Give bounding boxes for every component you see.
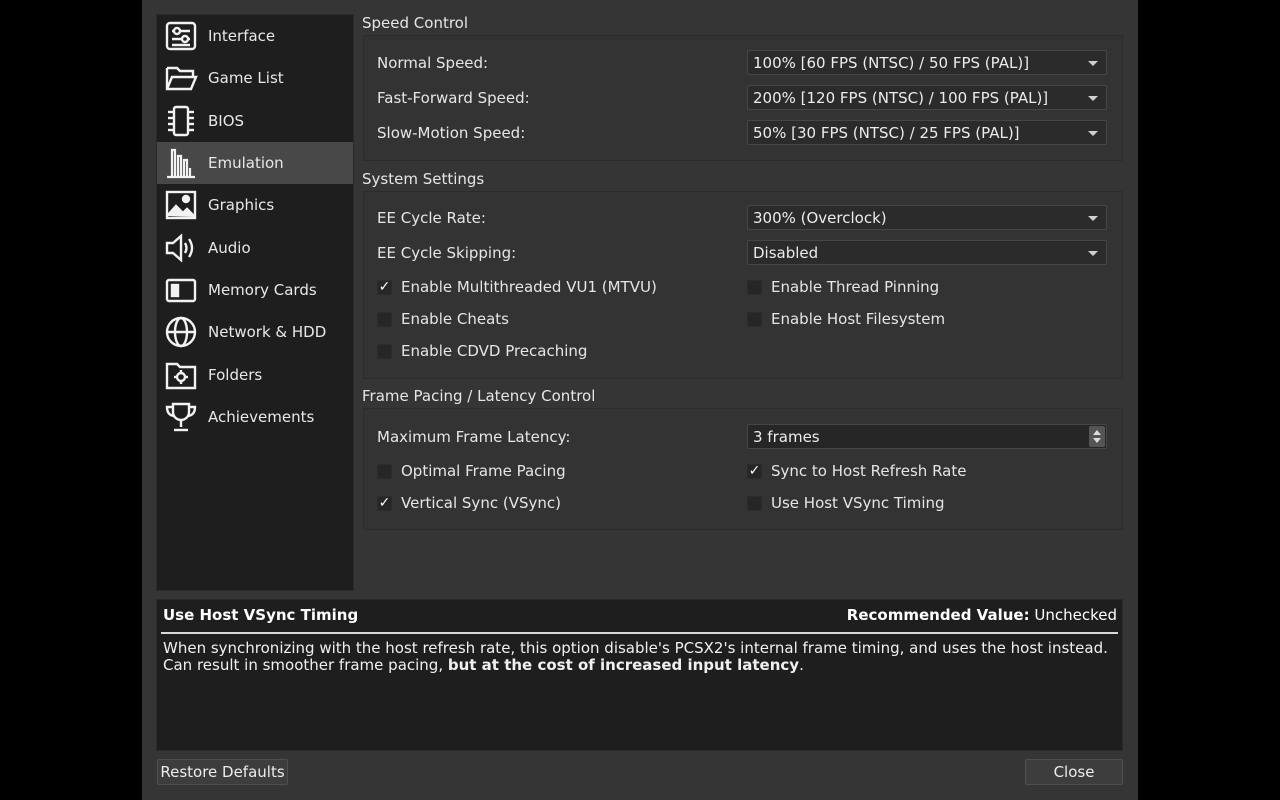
- description-title: Use Host VSync Timing: [163, 606, 359, 624]
- trophy-icon: [163, 399, 199, 435]
- max-frame-latency-spinbox[interactable]: 3 frames: [747, 424, 1107, 449]
- recommended-value-text: Unchecked: [1034, 606, 1117, 624]
- fast-forward-speed-label: Fast-Forward Speed:: [377, 89, 530, 107]
- optimal-frame-pacing-checkbox[interactable]: Optimal Frame Pacing: [377, 462, 566, 480]
- host-filesystem-checkbox[interactable]: Enable Host Filesystem: [747, 310, 945, 328]
- sidebar-item-achievements[interactable]: Achievements: [157, 396, 353, 438]
- spin-down-icon[interactable]: [1093, 438, 1101, 444]
- sidebar-item-game-list[interactable]: Game List: [157, 57, 353, 99]
- sidebar-item-label: Network & HDD: [208, 323, 327, 342]
- normal-speed-label: Normal Speed:: [377, 54, 489, 72]
- sync-host-refresh-label: Sync to Host Refresh Rate: [771, 462, 967, 480]
- chevron-down-icon: [1088, 96, 1098, 101]
- sidebar-item-label: Game List: [208, 69, 284, 88]
- recommended-label: Recommended Value:: [846, 606, 1030, 624]
- thread-pinning-label: Enable Thread Pinning: [771, 278, 940, 296]
- slow-motion-speed-combo[interactable]: 50% [30 FPS (NTSC) / 25 FPS (PAL)]: [747, 120, 1107, 145]
- description-text: When synchronizing with the host refresh…: [163, 640, 1118, 674]
- optimal-frame-pacing-label: Optimal Frame Pacing: [401, 462, 566, 480]
- description-text-bold: but at the cost of increased input laten…: [447, 656, 800, 674]
- checkbox-box: [377, 311, 392, 327]
- ee-cycle-skipping-value: Disabled: [753, 243, 819, 262]
- close-button[interactable]: Close: [1025, 759, 1123, 785]
- fast-forward-speed-combo[interactable]: 200% [120 FPS (NTSC) / 100 FPS (PAL)]: [747, 85, 1107, 110]
- checkmark-icon: ✓: [377, 279, 392, 295]
- cheats-label: Enable Cheats: [401, 310, 509, 328]
- chevron-down-icon: [1088, 131, 1098, 136]
- sidebar-item-interface[interactable]: Interface: [157, 15, 353, 57]
- ee-cycle-rate-combo[interactable]: 300% (Overclock): [747, 205, 1107, 230]
- fast-forward-speed-value: 200% [120 FPS (NTSC) / 100 FPS (PAL)]: [753, 88, 1049, 107]
- speaker-icon: [163, 230, 199, 266]
- sidebar-item-label: Graphics: [208, 196, 275, 215]
- cheats-checkbox[interactable]: Enable Cheats: [377, 310, 509, 328]
- sidebar-item-label: BIOS: [208, 111, 245, 130]
- system-settings-title: System Settings: [362, 170, 485, 188]
- normal-speed-combo[interactable]: 100% [60 FPS (NTSC) / 50 FPS (PAL)]: [747, 50, 1107, 75]
- sidebar-item-bios[interactable]: BIOS: [157, 100, 353, 142]
- description-divider: [161, 632, 1118, 634]
- sidebar-item-label: Interface: [208, 27, 276, 46]
- chevron-down-icon: [1088, 216, 1098, 221]
- checkbox-box: [377, 463, 392, 479]
- checkbox-box: [747, 311, 762, 327]
- sidebar-item-memory-cards[interactable]: Memory Cards: [157, 269, 353, 311]
- checkbox-box: [377, 343, 392, 359]
- host-filesystem-label: Enable Host Filesystem: [771, 310, 946, 328]
- sidebar-item-emulation[interactable]: Emulation: [157, 141, 353, 185]
- vsync-checkbox[interactable]: ✓ Vertical Sync (VSync): [377, 494, 561, 512]
- interface-icon: [163, 18, 199, 54]
- slow-motion-speed-label: Slow-Motion Speed:: [377, 124, 526, 142]
- memory-card-icon: [163, 272, 199, 308]
- vsync-label: Vertical Sync (VSync): [401, 494, 561, 512]
- sync-host-refresh-checkbox[interactable]: ✓ Sync to Host Refresh Rate: [747, 462, 966, 480]
- sidebar-item-label: Folders: [208, 365, 263, 384]
- host-vsync-timing-checkbox[interactable]: Use Host VSync Timing: [747, 494, 945, 512]
- globe-icon: [163, 314, 199, 350]
- sidebar-item-label: Emulation: [208, 154, 284, 173]
- description-panel: Use Host VSync Timing Recommended Value:…: [156, 599, 1123, 751]
- sidebar-item-graphics[interactable]: Graphics: [157, 184, 353, 226]
- chip-icon: [163, 103, 199, 139]
- max-frame-latency-value: 3 frames: [753, 427, 820, 446]
- frame-pacing-title: Frame Pacing / Latency Control: [362, 387, 596, 405]
- checkmark-icon: ✓: [377, 495, 392, 511]
- settings-dialog: Interface Game List BIOS Emulation Graph…: [142, 0, 1138, 800]
- mtvu-checkbox[interactable]: ✓ Enable Multithreaded VU1 (MTVU): [377, 278, 657, 296]
- spin-buttons[interactable]: [1089, 426, 1105, 447]
- emulation-icon: [163, 145, 199, 181]
- recommended-value: Recommended Value: Unchecked: [847, 606, 1117, 624]
- sidebar-item-audio[interactable]: Audio: [157, 226, 353, 268]
- chevron-down-icon: [1088, 61, 1098, 66]
- host-vsync-timing-label: Use Host VSync Timing: [771, 494, 945, 512]
- ee-cycle-rate-value: 300% (Overclock): [753, 208, 887, 227]
- sidebar-item-folders[interactable]: Folders: [157, 353, 353, 395]
- sidebar-item-label: Audio: [208, 238, 251, 257]
- spin-up-icon[interactable]: [1093, 429, 1101, 435]
- thread-pinning-checkbox[interactable]: Enable Thread Pinning: [747, 278, 939, 296]
- checkbox-box: [747, 495, 762, 511]
- checkmark-icon: ✓: [747, 463, 762, 479]
- image-icon: [163, 187, 199, 223]
- cdvd-precaching-checkbox[interactable]: Enable CDVD Precaching: [377, 342, 587, 360]
- sidebar-item-network-hdd[interactable]: Network & HDD: [157, 311, 353, 353]
- folder-gear-icon: [163, 357, 199, 393]
- restore-defaults-button[interactable]: Restore Defaults: [157, 759, 288, 785]
- sidebar-item-label: Memory Cards: [208, 280, 317, 299]
- ee-cycle-skipping-combo[interactable]: Disabled: [747, 240, 1107, 265]
- mtvu-label: Enable Multithreaded VU1 (MTVU): [401, 278, 657, 296]
- settings-sidebar: Interface Game List BIOS Emulation Graph…: [156, 14, 354, 591]
- chevron-down-icon: [1088, 251, 1098, 256]
- max-frame-latency-label: Maximum Frame Latency:: [377, 428, 571, 446]
- ee-cycle-skipping-label: EE Cycle Skipping:: [377, 244, 517, 262]
- sidebar-item-label: Achievements: [208, 407, 315, 426]
- normal-speed-value: 100% [60 FPS (NTSC) / 50 FPS (PAL)]: [753, 53, 1030, 72]
- checkbox-box: [747, 279, 762, 295]
- description-text-end: .: [799, 656, 804, 674]
- ee-cycle-rate-label: EE Cycle Rate:: [377, 209, 486, 227]
- slow-motion-speed-value: 50% [30 FPS (NTSC) / 25 FPS (PAL)]: [753, 123, 1020, 142]
- speed-control-title: Speed Control: [362, 14, 469, 32]
- folder-open-icon: [163, 60, 199, 96]
- cdvd-precaching-label: Enable CDVD Precaching: [401, 342, 588, 360]
